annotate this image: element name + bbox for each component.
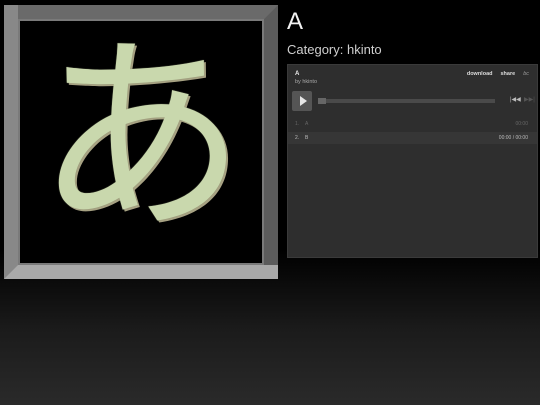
progress-bar[interactable] <box>318 98 495 104</box>
track-name[interactable]: A <box>305 121 308 127</box>
share-link[interactable]: share <box>501 71 516 77</box>
frame-bevel-top <box>4 5 278 19</box>
player-track-title: A <box>295 71 300 77</box>
player-artist[interactable]: by hkinto <box>295 79 317 85</box>
artwork-glyph: あ <box>35 21 246 260</box>
track-row[interactable]: 1. A 00:00 <box>288 118 537 130</box>
frame-bevel-bottom <box>4 265 278 279</box>
play-button[interactable] <box>292 91 312 111</box>
category-label: Category: hkinto <box>287 42 382 57</box>
download-link[interactable]: download <box>467 71 493 77</box>
bandcamp-logo-icon[interactable]: bc <box>523 71 529 77</box>
track-time: 00:00 / 00:00 <box>498 135 528 141</box>
track-number: 2. <box>295 135 300 141</box>
previous-track-icon[interactable]: |◀◀ <box>510 96 521 103</box>
track-time: 00:00 <box>515 121 528 127</box>
track-number: 1. <box>295 121 300 127</box>
player-links: download share bc <box>467 71 529 77</box>
track-row-active[interactable]: 2. B 00:00 / 00:00 <box>288 132 537 144</box>
progress-thumb[interactable] <box>318 98 326 104</box>
page-title: A <box>287 8 304 35</box>
play-icon <box>299 96 307 106</box>
audio-player: A by hkinto download share bc |◀◀ ▶▶| 1.… <box>287 64 538 258</box>
track-list: 1. A 00:00 2. B 00:00 / 00:00 <box>288 118 537 144</box>
track-name[interactable]: B <box>305 135 308 141</box>
next-track-icon[interactable]: ▶▶| <box>524 96 535 103</box>
frame-bevel-left <box>4 5 18 279</box>
frame-bevel-right <box>264 5 278 279</box>
album-artwork: あ <box>20 21 262 263</box>
album-artwork-frame: あ <box>4 5 278 279</box>
